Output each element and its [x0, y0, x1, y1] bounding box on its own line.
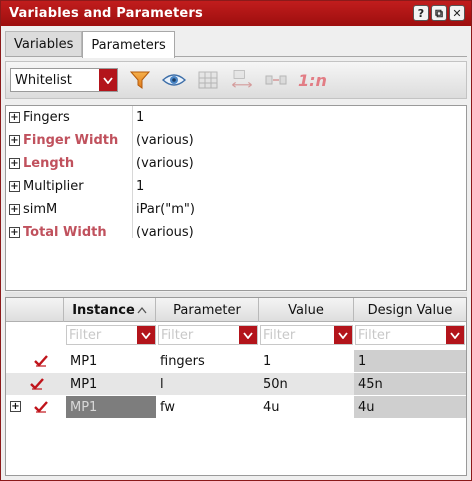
property-name: Total Width	[23, 225, 107, 240]
tab-parameters[interactable]: Parameters	[82, 31, 175, 58]
cell-parameter[interactable]: fingers	[156, 350, 259, 372]
cell-value[interactable]: 1	[259, 350, 354, 372]
property-row-simm[interactable]: + simM iPar("m")	[6, 199, 466, 221]
property-name: Multiplier	[23, 179, 84, 194]
chevron-down-icon[interactable]	[239, 326, 257, 344]
property-name: simM	[23, 202, 58, 217]
table-row[interactable]: MP1 fingers 1 1	[6, 350, 466, 372]
cell-instance[interactable]: MP1	[66, 396, 156, 418]
filter-placeholder: Filter	[161, 328, 194, 343]
float-button[interactable]: ⧉	[431, 5, 447, 21]
instance-table: Instance Parameter Value Design Value Fi…	[5, 297, 467, 476]
property-value[interactable]: 1	[136, 179, 144, 194]
expand-icon[interactable]: +	[9, 158, 20, 169]
property-value[interactable]: (various)	[136, 156, 194, 171]
chevron-down-icon[interactable]	[334, 326, 352, 344]
cell-design-value[interactable]: 4u	[354, 396, 466, 418]
sort-ascending-icon	[137, 306, 147, 314]
cell-instance[interactable]: MP1	[66, 350, 156, 372]
table-row[interactable]: + MP1 fw 4u 4u	[6, 396, 466, 418]
cell-design-value[interactable]: 1	[354, 350, 466, 372]
resize-icon[interactable]	[230, 68, 254, 92]
title-bar[interactable]: Variables and Parameters ? ⧉ ✕	[1, 1, 471, 26]
property-row-total-width[interactable]: + Total Width (various)	[6, 222, 466, 244]
one-to-n-label[interactable]: 1:n	[298, 71, 327, 90]
column-header-design-value[interactable]: Design Value	[354, 298, 466, 322]
cell-value[interactable]: 50n	[259, 373, 354, 395]
row-checkbox[interactable]	[30, 350, 64, 372]
column-header-label: Instance	[72, 302, 135, 318]
cell-parameter[interactable]: fw	[156, 396, 259, 418]
chevron-down-icon[interactable]	[137, 326, 155, 344]
expand-icon[interactable]: +	[9, 204, 20, 215]
column-header-instance[interactable]: Instance	[64, 298, 156, 322]
chevron-down-icon[interactable]	[99, 69, 117, 91]
eye-icon[interactable]	[162, 68, 186, 92]
property-name: Length	[23, 156, 75, 171]
toolbar: Whitelist 1:n	[5, 61, 467, 99]
property-value[interactable]: 1	[136, 110, 144, 125]
checkmark-icon[interactable]	[34, 400, 48, 414]
property-name: Finger Width	[23, 133, 119, 148]
row-checkbox[interactable]	[6, 373, 64, 395]
column-header-select[interactable]	[6, 298, 64, 322]
cell-value[interactable]: 4u	[259, 396, 354, 418]
cell-instance[interactable]: MP1	[64, 373, 156, 395]
property-grid: + Fingers 1 + Finger Width (various) + L…	[5, 105, 467, 291]
filter-mode-value: Whitelist	[15, 72, 72, 88]
property-row-length[interactable]: + Length (various)	[6, 153, 466, 175]
instance-filter-input[interactable]: Filter	[66, 325, 156, 345]
cell-design-value[interactable]: 45n	[354, 373, 466, 395]
filter-placeholder: Filter	[69, 328, 102, 343]
link-icon[interactable]	[264, 68, 288, 92]
expand-icon[interactable]: +	[9, 181, 20, 192]
expand-icon[interactable]: +	[10, 401, 21, 412]
grid-icon[interactable]	[196, 68, 220, 92]
property-value[interactable]: (various)	[136, 225, 194, 240]
design-value-filter-input[interactable]: Filter	[355, 325, 465, 345]
property-row-multiplier[interactable]: + Multiplier 1	[6, 176, 466, 198]
table-row[interactable]: MP1 l 50n 45n	[6, 373, 466, 395]
value-filter-input[interactable]: Filter	[260, 325, 353, 345]
tab-divider	[5, 56, 467, 57]
checkmark-icon[interactable]	[30, 377, 44, 391]
help-button[interactable]: ?	[413, 5, 429, 21]
close-button[interactable]: ✕	[449, 5, 465, 21]
column-header-label: Design Value	[367, 302, 453, 318]
column-header-parameter[interactable]: Parameter	[156, 298, 259, 322]
property-row-finger-width[interactable]: + Finger Width (various)	[6, 130, 466, 152]
column-header-value[interactable]: Value	[259, 298, 354, 322]
filter-placeholder: Filter	[358, 328, 391, 343]
filter-mode-combo[interactable]: Whitelist	[10, 68, 118, 92]
table-header: Instance Parameter Value Design Value	[6, 298, 466, 322]
column-header-label: Value	[288, 302, 324, 318]
filter-row: Filter Filter Filter Filter	[6, 323, 466, 347]
property-value[interactable]: (various)	[136, 133, 194, 148]
filter-icon[interactable]	[128, 68, 152, 92]
property-value[interactable]: iPar("m")	[136, 202, 195, 217]
window-title: Variables and Parameters	[9, 6, 203, 21]
property-row-fingers[interactable]: + Fingers 1	[6, 107, 466, 129]
chevron-down-icon[interactable]	[446, 326, 464, 344]
title-bar-buttons: ? ⧉ ✕	[413, 5, 465, 21]
expand-icon[interactable]: +	[9, 112, 20, 123]
cell-parameter[interactable]: l	[156, 373, 259, 395]
expand-icon[interactable]: +	[9, 227, 20, 238]
tab-bar: Variables Parameters	[5, 31, 175, 58]
checkmark-icon[interactable]	[34, 354, 48, 368]
property-name: Fingers	[23, 110, 70, 125]
parameter-filter-input[interactable]: Filter	[158, 325, 258, 345]
variables-parameters-window: Variables and Parameters ? ⧉ ✕ Variables…	[0, 0, 472, 481]
tab-variables[interactable]: Variables	[5, 31, 83, 57]
column-header-label: Parameter	[173, 302, 241, 318]
expand-icon[interactable]: +	[9, 135, 20, 146]
row-checkbox[interactable]	[30, 396, 64, 418]
filter-placeholder: Filter	[263, 328, 296, 343]
